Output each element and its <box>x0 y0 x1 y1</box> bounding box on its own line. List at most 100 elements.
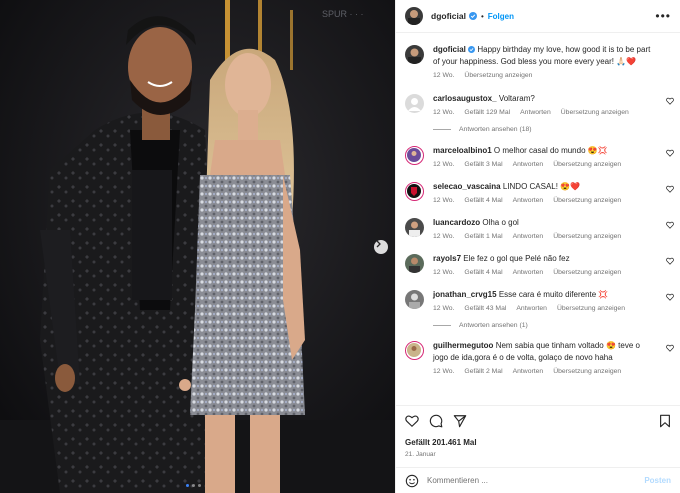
comment-time[interactable]: 12 Wo. <box>433 109 454 116</box>
caption-text: dgoficial Happy birthday my love, how go… <box>433 44 656 68</box>
heart-icon[interactable] <box>666 344 674 352</box>
comment-body: Ele fez o gol que Pelé não fez <box>463 254 570 263</box>
comment-body: Olha o gol <box>482 218 519 227</box>
comment-likes[interactable]: Gefällt 129 Mal <box>464 109 510 116</box>
translate-button[interactable]: Übersetzung anzeigen <box>557 305 625 312</box>
comment-username[interactable]: selecao_vascaina <box>433 182 501 191</box>
comment-item: selecao_vascaina LINDO CASAL! 😍❤️ 12 Wo.… <box>396 181 680 204</box>
reply-button[interactable]: Antworten <box>513 161 544 168</box>
comment-bubble-icon[interactable] <box>429 414 443 428</box>
like-count[interactable]: Gefällt 201.461 Mal <box>405 438 671 447</box>
avatar[interactable] <box>405 94 424 113</box>
comment-time[interactable]: 12 Wo. <box>433 305 454 312</box>
comment-likes[interactable]: Gefällt 4 Mal <box>464 197 502 204</box>
like-heart-icon[interactable] <box>405 414 419 428</box>
comment-body: Voltaram? <box>498 94 535 103</box>
avatar[interactable] <box>405 218 424 237</box>
carousel-indicator <box>186 484 201 487</box>
heart-icon[interactable] <box>666 149 674 157</box>
avatar-image <box>409 221 420 237</box>
post-date: 21. Januar <box>405 451 436 458</box>
comment-input[interactable] <box>427 476 645 485</box>
reply-button[interactable]: Antworten <box>516 305 547 312</box>
caption-translate-button[interactable]: Übersetzung anzeigen <box>464 72 532 79</box>
translate-button[interactable]: Übersetzung anzeigen <box>561 109 629 116</box>
comment-time[interactable]: 12 Wo. <box>433 233 454 240</box>
carousel-dot <box>192 484 195 487</box>
comment-username[interactable]: carlosaugustox_ <box>433 94 497 103</box>
bookmark-icon[interactable] <box>658 414 672 428</box>
emoji-icon[interactable] <box>405 474 419 488</box>
comment-likes[interactable]: Gefällt 2 Mal <box>464 368 502 375</box>
avatar[interactable] <box>405 182 424 201</box>
comment-item: marceloalbino1 O melhor casal do mundo 😍… <box>396 145 680 168</box>
caption-username[interactable]: dgoficial <box>433 45 466 54</box>
avatar[interactable] <box>405 146 424 165</box>
carousel-dot <box>198 484 201 487</box>
heart-icon[interactable] <box>666 185 674 193</box>
comment-username[interactable]: rayols7 <box>433 254 461 263</box>
comment-likes[interactable]: Gefällt 43 Mal <box>464 305 506 312</box>
avatar[interactable] <box>405 341 424 360</box>
comment-username[interactable]: luancardozo <box>433 218 480 227</box>
comment-time[interactable]: 12 Wo. <box>433 368 454 375</box>
comment-username[interactable]: marceloalbino1 <box>433 146 492 155</box>
post-photo[interactable]: SPUR · · · <box>0 0 395 493</box>
heart-icon[interactable] <box>666 293 674 301</box>
comment-item: guilhermegutoo Nem sabia que tinham volt… <box>396 340 680 375</box>
comment-text: guilhermegutoo Nem sabia que tinham volt… <box>433 340 656 364</box>
view-replies-button[interactable]: Antworten ansehen (1) <box>396 322 680 329</box>
view-replies-button[interactable]: Antworten ansehen (18) <box>396 126 680 133</box>
avatar-image <box>409 257 420 273</box>
post-username[interactable]: dgoficial <box>431 11 466 21</box>
comment-text: jonathan_crvg15 Esse cara é muito difere… <box>433 289 656 301</box>
heart-icon[interactable] <box>666 257 674 265</box>
translate-button[interactable]: Übersetzung anzeigen <box>553 161 621 168</box>
next-image-button[interactable] <box>374 240 388 254</box>
translate-button[interactable]: Übersetzung anzeigen <box>553 197 621 204</box>
translate-button[interactable]: Übersetzung anzeigen <box>553 269 621 276</box>
reply-button[interactable]: Antworten <box>513 197 544 204</box>
comment-username[interactable]: jonathan_crvg15 <box>433 290 497 299</box>
chevron-right-icon <box>376 240 381 248</box>
comment-likes[interactable]: Gefällt 3 Mal <box>464 161 502 168</box>
comment-item: jonathan_crvg15 Esse cara é muito difere… <box>396 289 680 312</box>
caption: dgoficial Happy birthday my love, how go… <box>396 44 680 79</box>
reply-button[interactable]: Antworten <box>520 109 551 116</box>
avatar[interactable] <box>405 254 424 273</box>
post-actions: Gefällt 201.461 Mal 21. Januar <box>396 405 680 458</box>
instagram-post-dialog: SPUR · · · dgoficial • Folgen ••• dgofic… <box>0 0 680 493</box>
comment-likes[interactable]: Gefällt 1 Mal <box>464 233 502 240</box>
comment-username[interactable]: guilhermegutoo <box>433 341 493 350</box>
comment-time[interactable]: 12 Wo. <box>433 197 454 204</box>
reply-button[interactable]: Antworten <box>513 368 544 375</box>
comment-item: carlosaugustox_ Voltaram? 12 Wo. Gefällt… <box>396 93 680 116</box>
comment-likes[interactable]: Gefällt 4 Mal <box>464 269 502 276</box>
reply-button[interactable]: Antworten <box>513 233 544 240</box>
comments-list[interactable]: dgoficial Happy birthday my love, how go… <box>396 34 680 404</box>
avatar-image <box>407 148 421 162</box>
photo-illustration: SPUR · · · <box>0 0 395 493</box>
comment-body: O melhor casal do mundo 😍💢 <box>493 146 608 155</box>
add-comment-bar: Posten <box>396 467 680 493</box>
comment-text: marceloalbino1 O melhor casal do mundo 😍… <box>433 145 656 157</box>
post-comment-button[interactable]: Posten <box>644 476 671 485</box>
follow-button[interactable]: Folgen <box>488 12 514 21</box>
comment-time[interactable]: 12 Wo. <box>433 161 454 168</box>
avatar[interactable] <box>405 45 424 64</box>
comment-time[interactable]: 12 Wo. <box>433 269 454 276</box>
heart-icon[interactable] <box>666 97 674 105</box>
separator-dot: • <box>480 11 484 21</box>
avatar[interactable] <box>405 7 423 25</box>
share-send-icon[interactable] <box>453 414 467 428</box>
more-options-button[interactable]: ••• <box>655 10 671 22</box>
view-replies-label: Antworten ansehen (1) <box>459 322 528 329</box>
avatar[interactable] <box>405 290 424 309</box>
translate-button[interactable]: Übersetzung anzeigen <box>553 368 621 375</box>
caption-time[interactable]: 12 Wo. <box>433 72 454 79</box>
comments-panel: dgoficial • Folgen ••• dgoficial Happy b… <box>395 0 680 493</box>
avatar-image <box>408 48 421 64</box>
translate-button[interactable]: Übersetzung anzeigen <box>553 233 621 240</box>
reply-button[interactable]: Antworten <box>513 269 544 276</box>
heart-icon[interactable] <box>666 221 674 229</box>
